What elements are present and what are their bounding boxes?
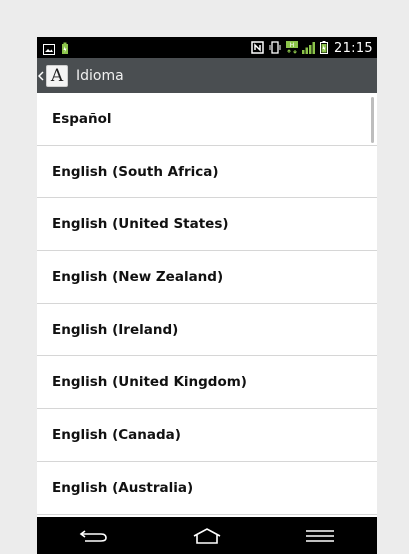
language-item-en-us[interactable]: English (United States) bbox=[37, 198, 377, 252]
image-icon bbox=[43, 40, 55, 59]
language-item-en-gb[interactable]: English (United Kingdom) bbox=[37, 356, 377, 410]
phone-screen: H 21:15 A Idioma Español English (South … bbox=[37, 37, 377, 554]
back-arrow-icon bbox=[79, 529, 107, 542]
nfc-icon bbox=[251, 39, 264, 58]
app-icon-letter: A bbox=[50, 65, 64, 86]
language-item-en-za[interactable]: English (South Africa) bbox=[37, 146, 377, 199]
language-item-en-au[interactable]: English (Australia) bbox=[37, 462, 377, 515]
language-app-icon[interactable]: A bbox=[46, 64, 68, 87]
data-h-icon: H bbox=[286, 39, 299, 58]
status-clock: 21:15 bbox=[334, 41, 373, 56]
home-icon bbox=[193, 527, 221, 544]
svg-text:H: H bbox=[290, 42, 295, 49]
battery-saver-icon bbox=[61, 40, 69, 59]
menu-icon bbox=[306, 529, 335, 542]
navigation-bar bbox=[37, 517, 377, 554]
action-bar: A Idioma bbox=[37, 58, 377, 93]
list-scrollbar[interactable] bbox=[371, 97, 374, 143]
signal-icon bbox=[302, 39, 316, 58]
language-item-en-ca[interactable]: English (Canada) bbox=[37, 409, 377, 462]
battery-icon bbox=[320, 39, 329, 58]
menu-button[interactable] bbox=[290, 517, 350, 554]
language-list[interactable]: Español English (South Africa) English (… bbox=[37, 93, 377, 517]
language-item-en-ie[interactable]: English (Ireland) bbox=[37, 304, 377, 357]
back-button[interactable] bbox=[64, 517, 124, 554]
page-title: Idioma bbox=[76, 67, 124, 84]
status-bar: H 21:15 bbox=[37, 37, 377, 58]
language-item-en-nz[interactable]: English (New Zealand) bbox=[37, 251, 377, 304]
back-chevron-icon[interactable] bbox=[37, 58, 45, 93]
vibrate-icon bbox=[268, 39, 282, 58]
home-button[interactable] bbox=[177, 517, 237, 554]
language-item-es[interactable]: Español bbox=[37, 93, 377, 146]
